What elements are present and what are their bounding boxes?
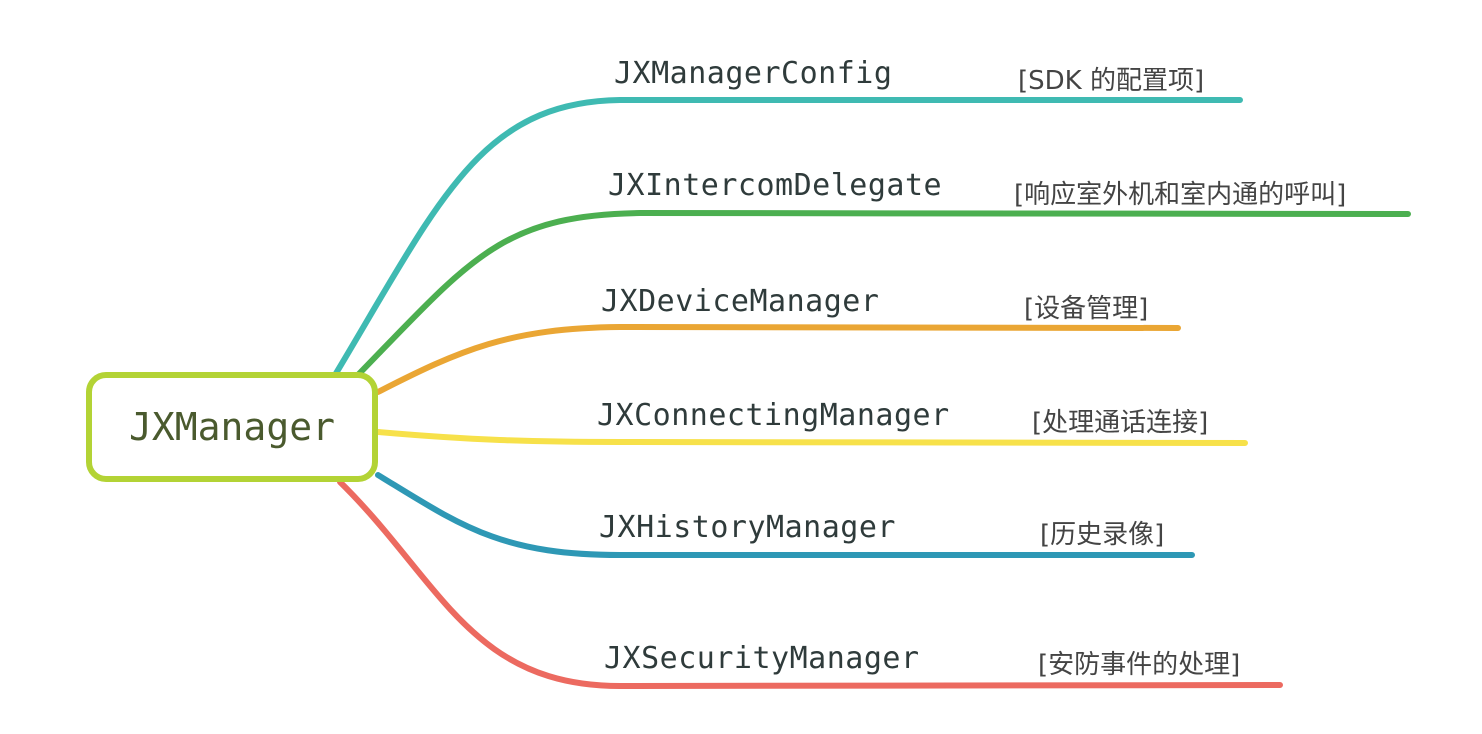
branch-label-intercom[interactable]: JXIntercomDelegate [608,168,942,203]
branch-label-config[interactable]: JXManagerConfig [614,56,892,91]
branch-desc-intercom: [响应室外机和室内通的呼叫] [1014,180,1347,210]
branch-desc-history: [历史录像] [1040,520,1165,550]
root-node-label: JXManager [129,405,335,449]
branch-line-config [332,97,1243,378]
branch-line-intercom [352,209,1411,381]
branch-label-device[interactable]: JXDeviceManager [601,284,879,319]
branch-desc-device: [设备管理] [1024,294,1149,324]
root-node[interactable]: JXManager [86,372,378,482]
branch-desc-config: [SDK 的配置项] [1018,66,1205,96]
branch-desc-security: [安防事件的处理] [1038,650,1241,680]
branch-label-history[interactable]: JXHistoryManager [599,510,896,545]
branch-label-connecting[interactable]: JXConnectingManager [597,398,950,433]
branch-label-security[interactable]: JXSecurityManager [604,641,920,676]
branch-line-device [375,323,1181,395]
branch-desc-connecting: [处理通话连接] [1032,408,1209,438]
mind-map-canvas [332,97,1411,690]
